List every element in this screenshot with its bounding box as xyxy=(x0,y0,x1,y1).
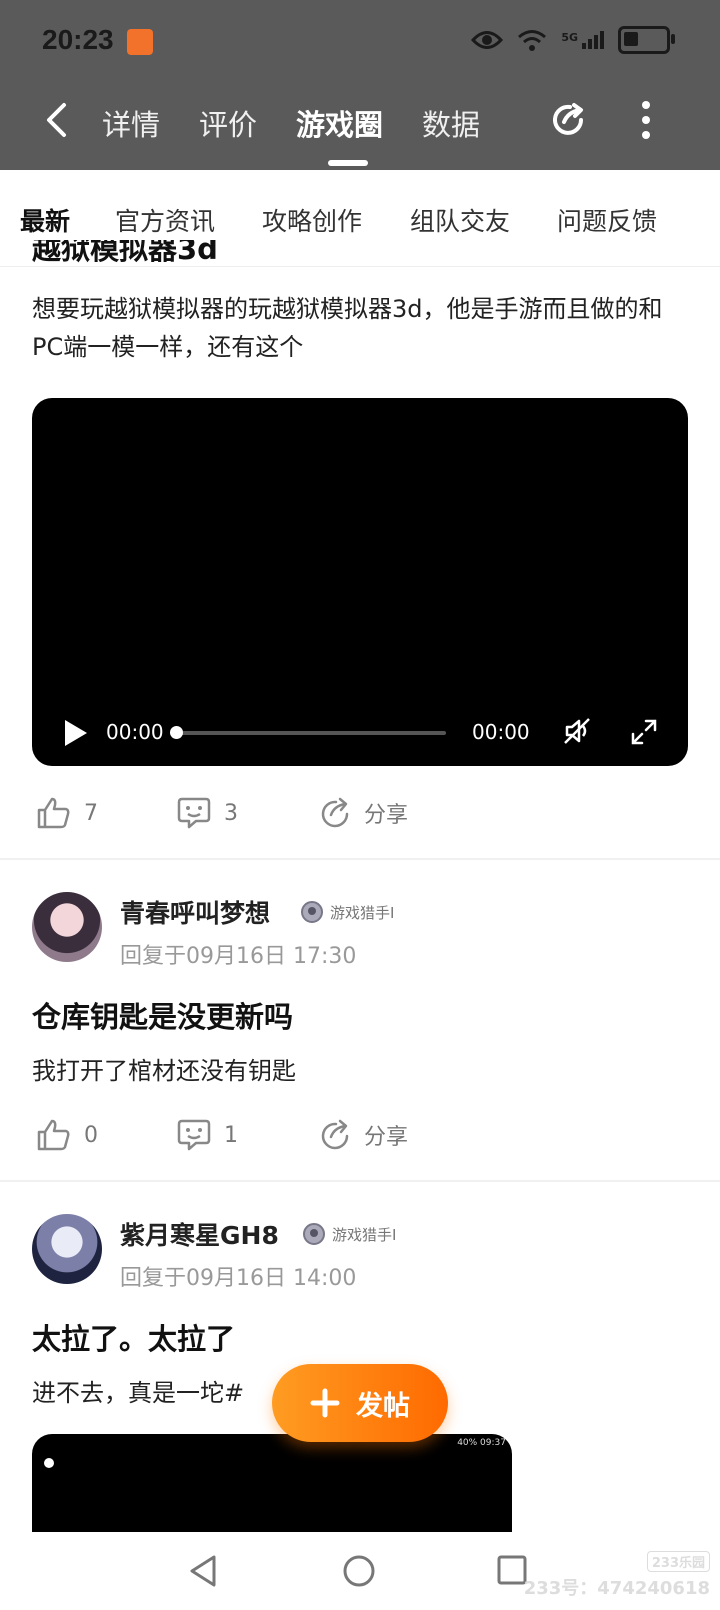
hunter-badge-icon xyxy=(303,1223,325,1245)
post2-badge: 游戏猎手I xyxy=(300,900,394,924)
post3-title[interactable]: 太拉了。太拉了 xyxy=(32,1316,235,1358)
comment-icon xyxy=(177,797,211,829)
post1-title[interactable]: 越狱模拟器3d xyxy=(32,240,432,266)
post2-username[interactable]: 青春呼叫梦想 xyxy=(120,894,270,930)
post-divider xyxy=(0,1180,720,1182)
post3-avatar[interactable] xyxy=(32,1214,102,1284)
battery-icon xyxy=(618,26,675,54)
post2-share-button[interactable]: 分享 xyxy=(318,1118,408,1152)
post1-title-clip: 越狱模拟器3d xyxy=(32,240,432,266)
subtab-team[interactable]: 组队交友 xyxy=(410,202,510,238)
video-progress-handle[interactable] xyxy=(170,726,183,739)
post2-comment-button[interactable]: 1 xyxy=(176,1118,238,1152)
tab-data[interactable]: 数据 xyxy=(422,102,480,144)
post-divider xyxy=(0,858,720,860)
app-notification-icon xyxy=(127,29,153,55)
nav-back-icon[interactable] xyxy=(188,1554,218,1588)
status-icons: 5G xyxy=(471,26,675,54)
video-duration: 00:00 xyxy=(472,720,530,744)
subtab-latest[interactable]: 最新 xyxy=(20,202,70,238)
thumbs-up-icon xyxy=(37,797,70,829)
wifi-icon xyxy=(518,30,547,51)
video-progress-bar[interactable] xyxy=(170,726,446,739)
post2-title[interactable]: 仓库钥匙是没更新吗 xyxy=(32,994,293,1036)
video-current-time: 00:00 xyxy=(106,720,164,744)
post1-comment-button[interactable]: 3 xyxy=(176,796,238,830)
play-icon[interactable] xyxy=(62,718,90,748)
tab-reviews[interactable]: 评价 xyxy=(199,102,257,144)
network-label: 5G xyxy=(561,31,578,44)
subtab-guides[interactable]: 攻略创作 xyxy=(262,202,362,238)
plus-icon xyxy=(310,1388,340,1418)
watermark-text: 233号：474240618 xyxy=(523,1578,710,1599)
nav-home-icon[interactable] xyxy=(342,1554,376,1588)
post1-video[interactable]: 00:00 00:00 xyxy=(32,398,688,766)
signal-5g-icon: 5G xyxy=(561,31,604,49)
subtab-divider xyxy=(0,266,720,267)
post1-share-label: 分享 xyxy=(364,803,409,828)
top-header: 20:23 5G 详情 评价 游戏圈 数据 xyxy=(0,0,720,170)
post2-share-label: 分享 xyxy=(364,1125,409,1150)
post2-like-count: 0 xyxy=(84,1122,98,1148)
share-arrow-icon xyxy=(321,797,349,828)
watermark-logo: 233乐园 xyxy=(646,1551,710,1572)
post2-avatar[interactable] xyxy=(32,892,102,962)
new-post-button[interactable]: 发帖 xyxy=(272,1364,448,1442)
post1-comment-count: 3 xyxy=(224,800,238,826)
tab-game-circle[interactable]: 游戏圈 xyxy=(296,102,383,144)
watermark: 233乐园 233号：474240618 xyxy=(524,1551,710,1600)
post3-username[interactable]: 紫月寒星GH8 xyxy=(120,1216,279,1252)
post3-badge-label: 游戏猎手I xyxy=(332,1225,397,1244)
new-post-label: 发帖 xyxy=(356,1390,410,1422)
thumbs-up-icon xyxy=(37,1119,70,1151)
post2-badge-label: 游戏猎手I xyxy=(330,903,395,922)
active-tab-indicator xyxy=(328,160,368,166)
post3-badge: 游戏猎手I xyxy=(302,1222,396,1246)
fullscreen-icon[interactable] xyxy=(630,718,658,746)
eye-icon xyxy=(471,31,504,49)
post2-body[interactable]: 我打开了棺材还没有钥匙 xyxy=(32,1052,692,1090)
post2-like-button[interactable]: 0 xyxy=(36,1118,98,1152)
subtab-official[interactable]: 官方资讯 xyxy=(115,202,215,238)
subtab-feedback[interactable]: 问题反馈 xyxy=(557,202,657,238)
comment-icon xyxy=(177,1119,211,1151)
post1-like-count: 7 xyxy=(84,800,98,826)
status-time: 20:23 xyxy=(42,24,114,55)
share-arrow-icon xyxy=(321,1119,349,1150)
share-icon[interactable] xyxy=(548,100,588,140)
tab-details[interactable]: 详情 xyxy=(102,102,160,144)
post1-share-button[interactable]: 分享 xyxy=(318,796,408,830)
video-dot xyxy=(44,1458,54,1468)
hunter-badge-icon xyxy=(301,901,323,923)
post3-meta: 回复于09月16日 14:00 xyxy=(120,1266,357,1291)
more-icon[interactable] xyxy=(640,100,652,140)
back-icon[interactable] xyxy=(44,102,68,138)
post3-video-status: 40% 09:37 xyxy=(457,1438,506,1448)
mute-icon[interactable] xyxy=(562,716,592,746)
post2-comment-count: 1 xyxy=(224,1122,238,1148)
post2-meta: 回复于09月16日 17:30 xyxy=(120,944,357,969)
post1-body[interactable]: 想要玩越狱模拟器的玩越狱模拟器3d，他是手游而且做的和PC端一模一样，还有这个 xyxy=(32,290,692,366)
post1-like-button[interactable]: 7 xyxy=(36,796,98,830)
